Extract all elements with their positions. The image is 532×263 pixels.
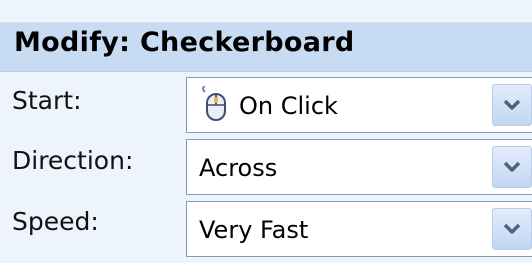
speed-dropdown-button[interactable]	[492, 208, 532, 250]
speed-label: Speed:	[12, 207, 99, 236]
direction-value: Across	[199, 154, 278, 182]
panel-title: Modify: Checkerboard	[14, 27, 355, 58]
speed-value: Very Fast	[199, 216, 309, 244]
start-label: Start:	[12, 86, 82, 115]
direction-label: Direction:	[12, 146, 134, 175]
chevron-down-icon	[503, 99, 521, 110]
chevron-down-icon	[503, 223, 521, 234]
direction-combobox[interactable]: Across	[186, 139, 532, 195]
chevron-down-icon	[503, 161, 521, 172]
start-combobox[interactable]: On Click	[186, 77, 532, 133]
start-dropdown-button[interactable]	[492, 84, 532, 126]
speed-combobox[interactable]: Very Fast	[186, 201, 532, 257]
panel-header: Modify: Checkerboard	[0, 22, 532, 72]
mouse-click-icon	[199, 85, 229, 124]
custom-animation-panel: Modify: Checkerboard Start: On Click Dir…	[0, 0, 532, 263]
start-value: On Click	[239, 92, 338, 120]
direction-dropdown-button[interactable]	[492, 146, 532, 188]
